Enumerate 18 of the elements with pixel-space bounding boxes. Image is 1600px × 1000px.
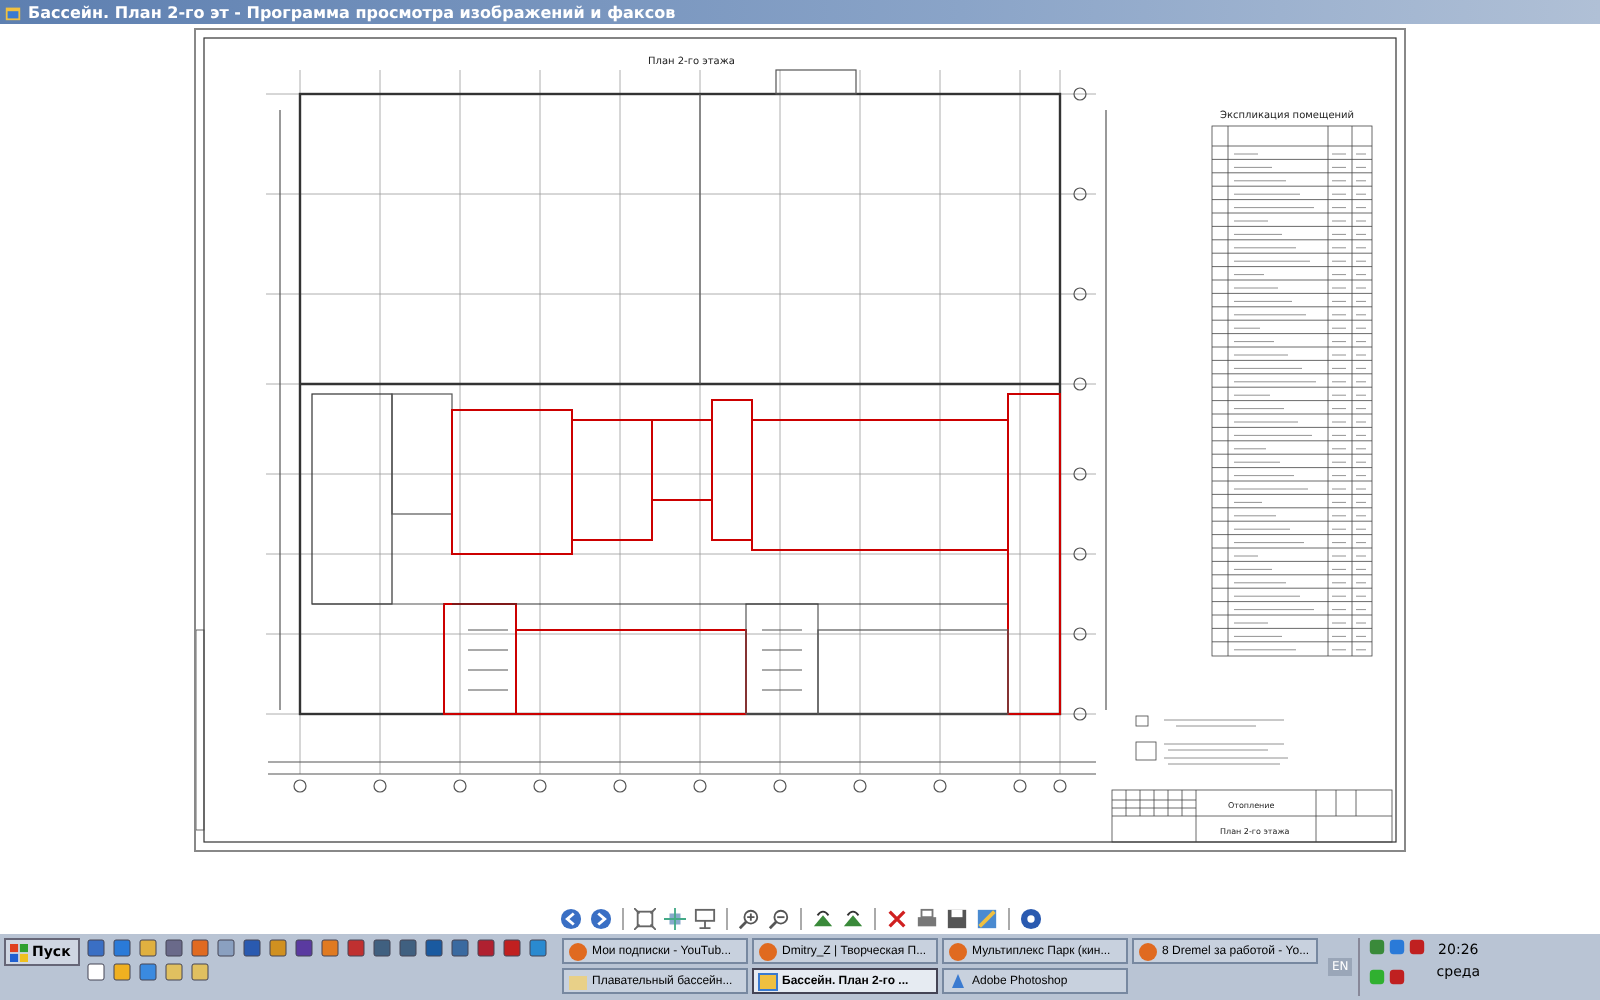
rotccw-button[interactable]	[839, 906, 865, 932]
rotcw-button[interactable]	[809, 906, 835, 932]
edit-button[interactable]	[973, 906, 999, 932]
app-icon	[4, 3, 22, 21]
help-button[interactable]	[1017, 906, 1043, 932]
delete-button[interactable]	[883, 906, 909, 932]
actual-button[interactable]	[661, 906, 687, 932]
flag-icon	[10, 943, 28, 961]
zoomout-button[interactable]	[765, 906, 791, 932]
save-button[interactable]	[943, 906, 969, 932]
window-title: Бассейн. План 2-го эт - Программа просмотра изображений и факсов	[28, 3, 676, 21]
slideshow-button[interactable]	[691, 906, 717, 932]
next-button[interactable]	[587, 906, 613, 932]
app-icon	[1138, 941, 1158, 961]
zoomin-button[interactable]	[735, 906, 761, 932]
prev-button[interactable]	[557, 906, 583, 932]
fit-button[interactable]	[631, 906, 657, 932]
print-button[interactable]	[913, 906, 939, 932]
